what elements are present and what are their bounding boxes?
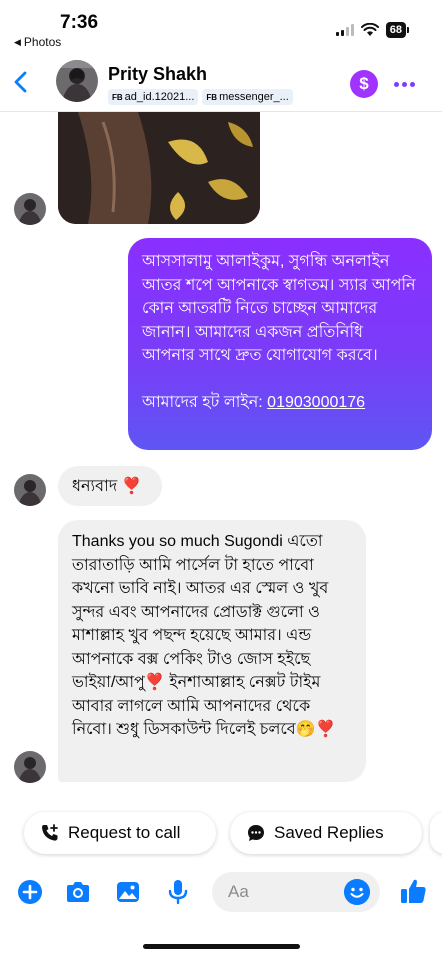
quick-replies-row: Request to call Saved Replies [0, 812, 442, 856]
contact-avatar-small[interactable] [14, 193, 46, 225]
hotline-line: আমাদের হট লাইন: 01903000176 [142, 391, 418, 415]
contact-tags: FB ad_id.12021... FB messenger_... [108, 89, 293, 105]
camera-icon[interactable] [64, 878, 92, 906]
messenger-tag[interactable]: FB messenger_... [202, 89, 293, 105]
saved-replies-label: Saved Replies [274, 823, 384, 842]
phone-plus-icon [42, 824, 58, 841]
microphone-icon[interactable] [164, 878, 192, 906]
home-indicator[interactable] [143, 944, 300, 949]
chat-bubble-icon [248, 825, 264, 841]
signal-icon [335, 24, 354, 36]
back-triangle-icon: ◀ [14, 36, 21, 47]
plus-icon[interactable] [16, 878, 44, 906]
outgoing-message-body: আসসালামু আলাইকুম, সুগন্ধি অনলাইন আতর শপে… [142, 253, 416, 364]
dollar-icon[interactable]: $ [350, 70, 378, 98]
thumbs-up-icon[interactable] [398, 876, 428, 906]
hotline-label: আমাদের হট লাইন: [142, 393, 268, 411]
outgoing-message[interactable]: আসসালামু আলাইকুম, সুগন্ধি অনলাইন আতর শপে… [128, 238, 432, 450]
contact-avatar[interactable] [56, 60, 98, 102]
contact-avatar-small[interactable] [14, 751, 46, 783]
conversation-header: Prity Shakh FB ad_id.12021... FB messenger… [0, 52, 442, 112]
status-time: 7:36 [60, 12, 99, 33]
status-bar: 7:36 ◀ Photos 68 [0, 0, 442, 52]
saved-replies-button[interactable]: Saved Replies [230, 812, 422, 854]
battery-icon: 68 [385, 22, 410, 38]
status-icons: 68 [335, 22, 410, 38]
chevron-left-icon[interactable] [6, 66, 36, 98]
contact-name[interactable]: Prity Shakh [108, 64, 207, 85]
more-quick-reply-chip[interactable] [430, 812, 442, 854]
image-icon[interactable] [114, 878, 142, 906]
battery-level: 68 [389, 24, 402, 36]
ad-id-tag[interactable]: FB ad_id.12021... [108, 89, 199, 105]
message-composer [0, 866, 442, 918]
photo-message[interactable] [58, 112, 260, 224]
emoji-icon[interactable] [344, 879, 370, 905]
more-icon[interactable] [392, 74, 416, 94]
request-to-call-label: Request to call [68, 823, 181, 842]
hotline-number-link[interactable]: 01903000176 [267, 394, 365, 411]
contact-avatar-small[interactable] [14, 474, 46, 506]
incoming-message-review[interactable]: Thanks you so much Sugondi এতো তারাতাড়ি… [58, 520, 366, 782]
wifi-icon [360, 23, 379, 36]
incoming-message-thanks[interactable]: ধন্যবাদ ❣️ [58, 466, 162, 506]
back-to-photos-label: Photos [23, 35, 62, 49]
request-to-call-button[interactable]: Request to call [24, 812, 216, 854]
back-to-photos-link[interactable]: ◀ Photos [14, 35, 61, 49]
